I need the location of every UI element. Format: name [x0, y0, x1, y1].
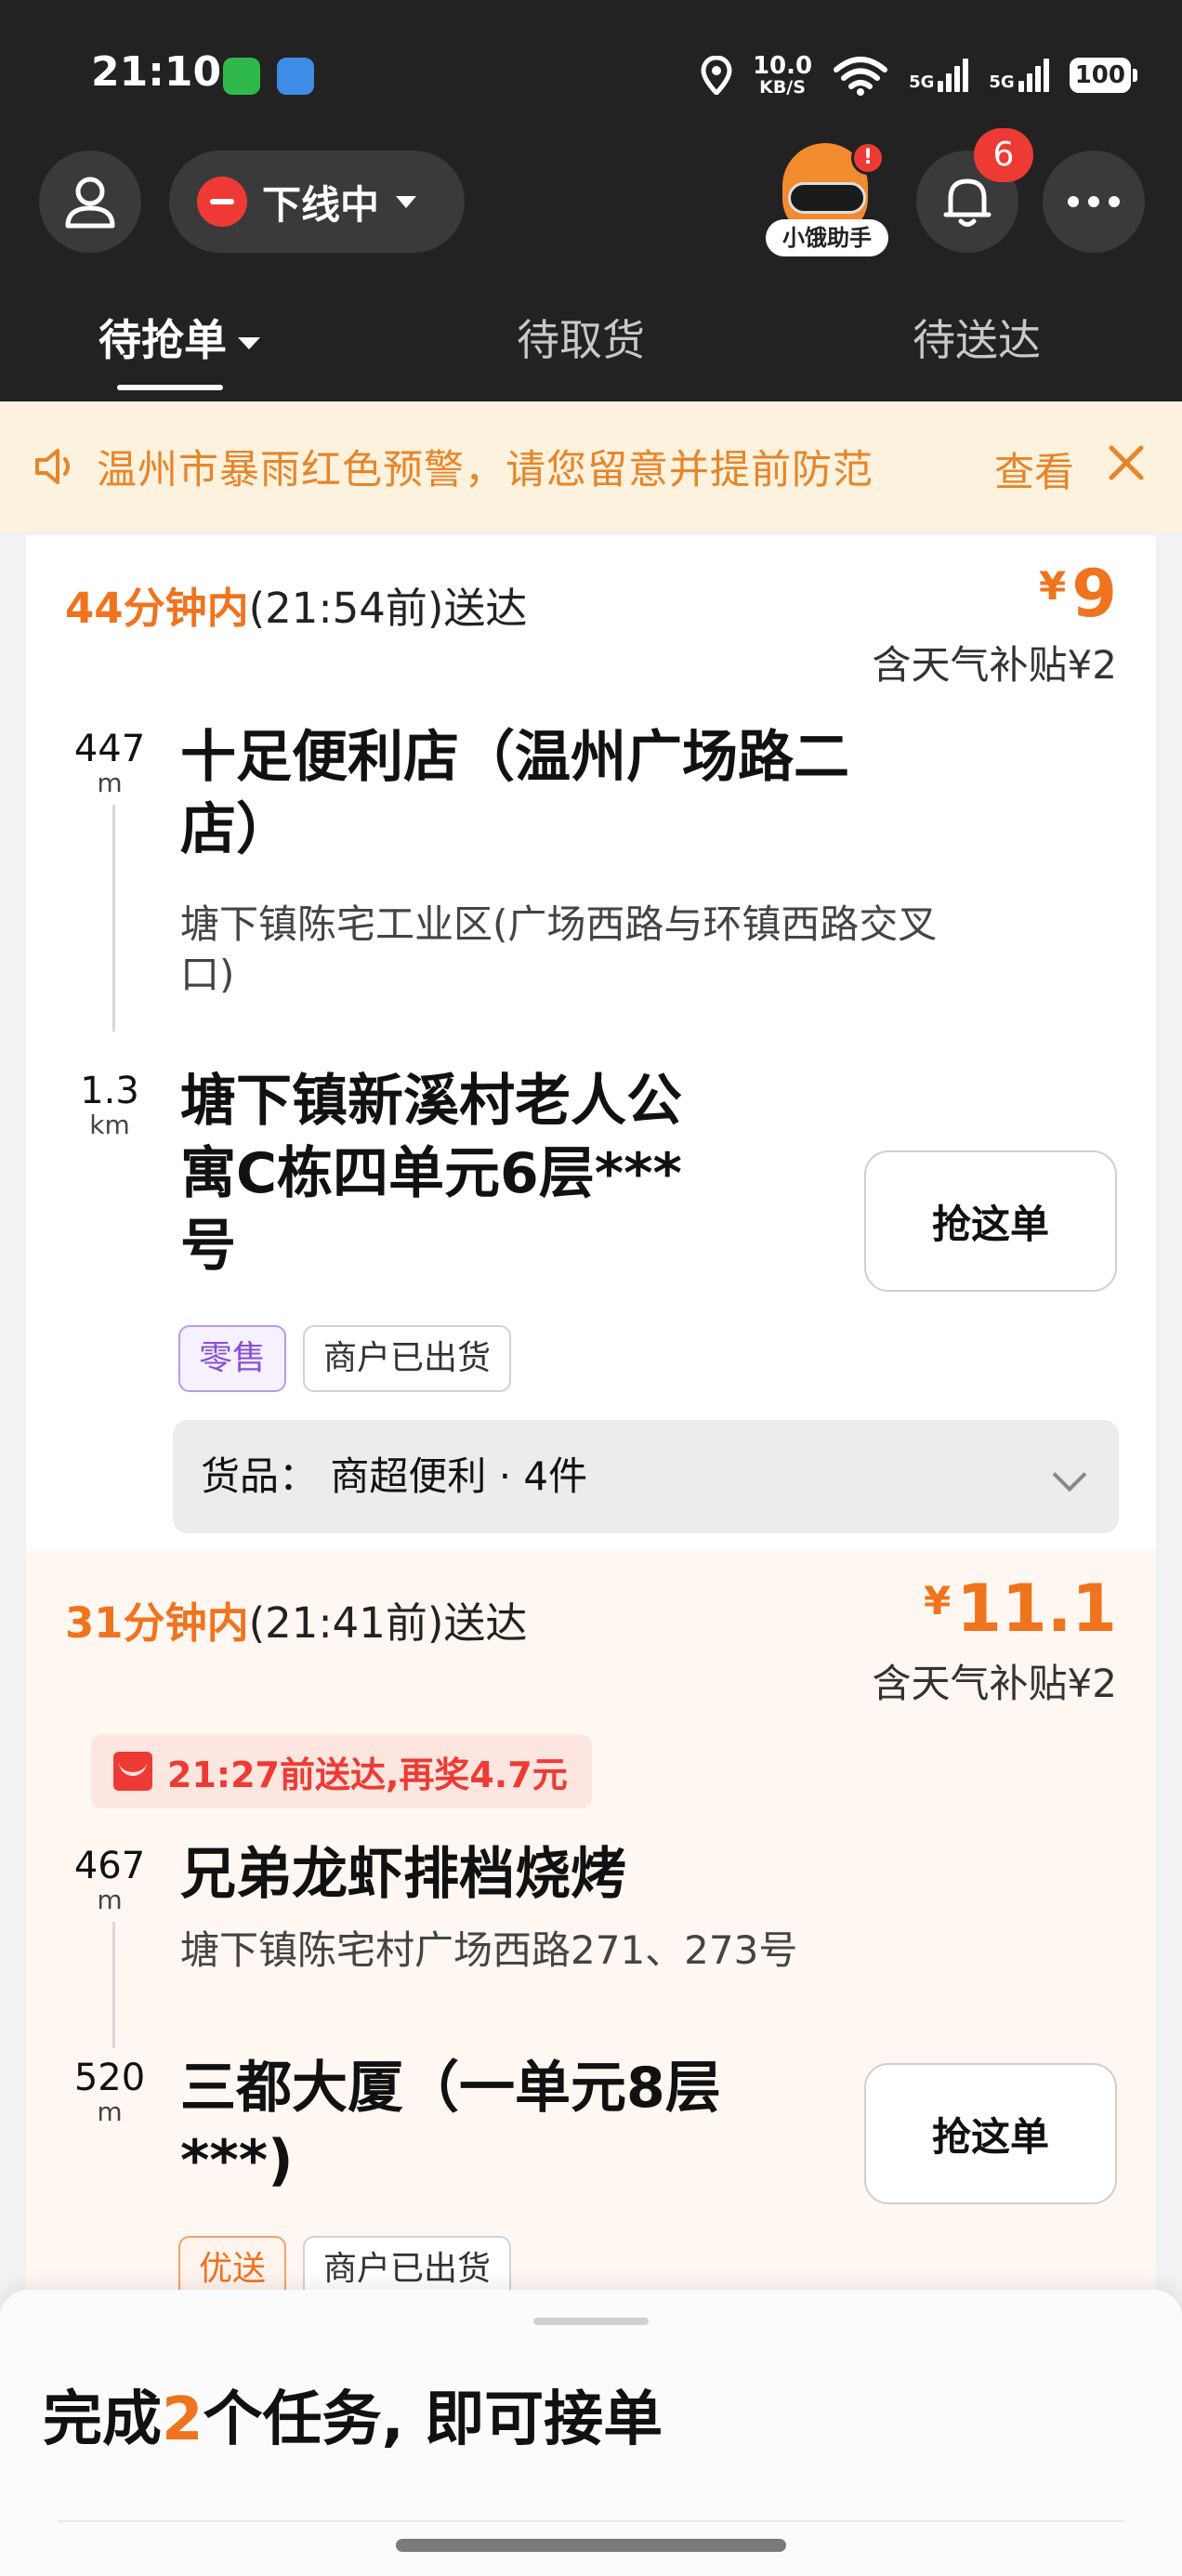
tag-retail: 零售 [178, 1325, 287, 1392]
drag-handle[interactable] [533, 2318, 649, 2325]
signal-sim2: 5G [989, 59, 1049, 92]
wifi-icon [834, 57, 888, 96]
chevron-down-icon [1052, 1457, 1087, 1492]
order-price: ¥9 [1039, 556, 1117, 632]
divider [58, 2520, 1124, 2522]
order-card[interactable]: 31分钟内(21:41前)送达 ¥11.1 含天气补贴¥2 21:27前送达,再… [26, 1550, 1156, 2303]
offline-icon [197, 177, 247, 227]
dropoff-distance: 1.3 km [80, 1070, 139, 1140]
signal-bars-icon [938, 59, 969, 92]
home-indicator[interactable] [396, 2539, 786, 2552]
route-line [112, 1922, 115, 2048]
grab-order-button[interactable]: 抢这单 [864, 1150, 1117, 1292]
dropoff-distance: 520 m [73, 2057, 146, 2127]
red-envelope-icon [113, 1752, 152, 1791]
view-warning-link[interactable]: 查看 [994, 440, 1074, 498]
tab-pending-grab[interactable]: 待抢单 [98, 307, 260, 368]
messages-app-icon [223, 58, 260, 95]
caret-down-icon [396, 195, 417, 208]
pickup-store-name: 兄弟龙虾排档烧烤 [180, 1842, 626, 1907]
order-price: ¥11.1 [924, 1571, 1117, 1647]
task-bottom-sheet[interactable]: 完成2个任务, 即可接单 [0, 2290, 1182, 2576]
assistant-label: 小饿助手 [766, 219, 888, 256]
delivery-deadline: 31分钟内(21:41前)送达 [65, 1598, 528, 1648]
caret-down-icon [238, 337, 260, 349]
grab-order-button[interactable]: 抢这单 [864, 2063, 1117, 2204]
pickup-address: 塘下镇陈宅村广场西路271、273号 [180, 1927, 798, 1973]
network-speed: 10.0 KB/S [752, 52, 813, 98]
dropoff-address: 塘下镇新溪村老人公 寓C栋四单元6层*** 号 [180, 1069, 682, 1279]
status-time: 21:10 [91, 48, 222, 96]
route-line [112, 805, 115, 1032]
profile-button[interactable] [39, 151, 141, 253]
assistant-button[interactable]: 小饿助手 ! [762, 139, 892, 269]
pickup-store-name: 十足便利店（温州广场路二 店） [180, 725, 849, 862]
tab-pending-delivery[interactable]: 待送达 [913, 307, 1041, 368]
delivery-deadline: 44分钟内(21:54前)送达 [65, 584, 528, 633]
more-button[interactable] [1043, 151, 1145, 253]
order-card[interactable]: 44分钟内(21:54前)送达 ¥9 含天气补贴¥2 447 m 十足便利店（温… [26, 535, 1156, 1550]
goods-summary[interactable]: 货品： 商超便利 · 4件 [173, 1420, 1119, 1533]
weather-app-icon [277, 58, 314, 95]
weather-subsidy: 含天气补贴¥2 [872, 1661, 1117, 1706]
tab-pending-pickup[interactable]: 待取货 [517, 307, 645, 368]
task-requirement-text: 完成2个任务, 即可接单 [43, 2385, 663, 2454]
pickup-distance: 467 m [73, 1845, 146, 1915]
battery-icon: 100 [1069, 58, 1137, 93]
warning-text: 温州市暴雨红色预警，请您留意并提前防范 [97, 447, 873, 493]
weather-subsidy: 含天气补贴¥2 [872, 642, 1117, 688]
notification-count-badge: 6 [974, 128, 1033, 182]
status-indicators: 10.0 KB/S 5G 5G 100 [701, 54, 1137, 97]
signal-sim1: 5G [909, 59, 969, 92]
user-icon [65, 177, 115, 229]
work-status-dropdown[interactable]: 下线中 [169, 151, 465, 253]
close-icon[interactable] [1104, 440, 1149, 485]
location-icon [701, 56, 732, 95]
work-status-label: 下线中 [262, 181, 380, 228]
tag-merchant-shipped: 商户已出货 [303, 1325, 512, 1392]
pickup-distance: 447 m [73, 728, 146, 798]
top-header: 21:10 10.0 KB/S 5G 5G 100 下线中 小饿助手 ! 6 待… [0, 0, 1182, 401]
active-tab-indicator [117, 385, 223, 390]
speaker-icon [35, 449, 70, 484]
bell-icon [943, 178, 992, 227]
early-delivery-bonus: 21:27前送达,再奖4.7元 [91, 1734, 592, 1808]
signal-bars-icon [1018, 59, 1049, 92]
pickup-address: 塘下镇陈宅工业区(广场西路与环镇西路交叉 口) [180, 901, 938, 997]
dropoff-address: 三都大厦（一单元8层 ***) [180, 2056, 721, 2193]
order-tabs: 待抢单 待取货 待送达 [0, 307, 1182, 400]
assistant-alert-badge: ! [851, 141, 885, 175]
weather-warning-banner[interactable]: 温州市暴雨红色预警，请您留意并提前防范 查看 [0, 401, 1182, 532]
more-icon [1068, 196, 1120, 207]
